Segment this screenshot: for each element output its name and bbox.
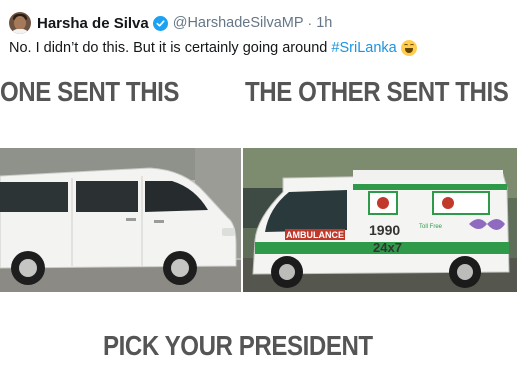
hashtag-link[interactable]: #SriLanka xyxy=(331,40,396,56)
tweet-timestamp[interactable]: 1h xyxy=(316,15,332,31)
caption-pick-your-president: PICK YOUR PRESIDENT xyxy=(103,330,373,361)
author-handle[interactable]: @HarshadeSilvaMP xyxy=(173,15,304,31)
grinning-squinting-face-icon xyxy=(400,40,417,56)
tweet-image[interactable]: ONE SENT THIS THE OTHER SENT THIS AMBULA… xyxy=(0,72,530,365)
caption-other-sent-this: THE OTHER SENT THIS xyxy=(245,76,509,107)
avatar[interactable] xyxy=(9,12,31,34)
ambulance-hours: 24x7 xyxy=(373,240,402,255)
ambulance-number: 1990 xyxy=(369,222,400,238)
ambulance-toll-free: Toll Free xyxy=(419,224,443,230)
caption-one-sent-this: ONE SENT THIS xyxy=(0,76,180,107)
separator-dot: · xyxy=(307,15,313,31)
ambulance-label: AMBULANCE xyxy=(286,230,344,240)
tweet-text-main: No. I didn’t do this. But it is certainl… xyxy=(9,40,332,56)
author-name[interactable]: Harsha de Silva xyxy=(37,15,149,32)
white-van-photo xyxy=(0,148,241,292)
ambulance-photo: AMBULANCE 1990 24x7 Toll Free xyxy=(243,148,517,292)
tweet-header: Harsha de Silva @HarshadeSilvaMP · 1h xyxy=(9,12,332,34)
tweet-text: No. I didn’t do this. But it is certainl… xyxy=(9,40,417,56)
verified-badge-icon xyxy=(152,15,168,31)
tweet-card[interactable]: Harsha de Silva @HarshadeSilvaMP · 1h No… xyxy=(0,0,530,365)
